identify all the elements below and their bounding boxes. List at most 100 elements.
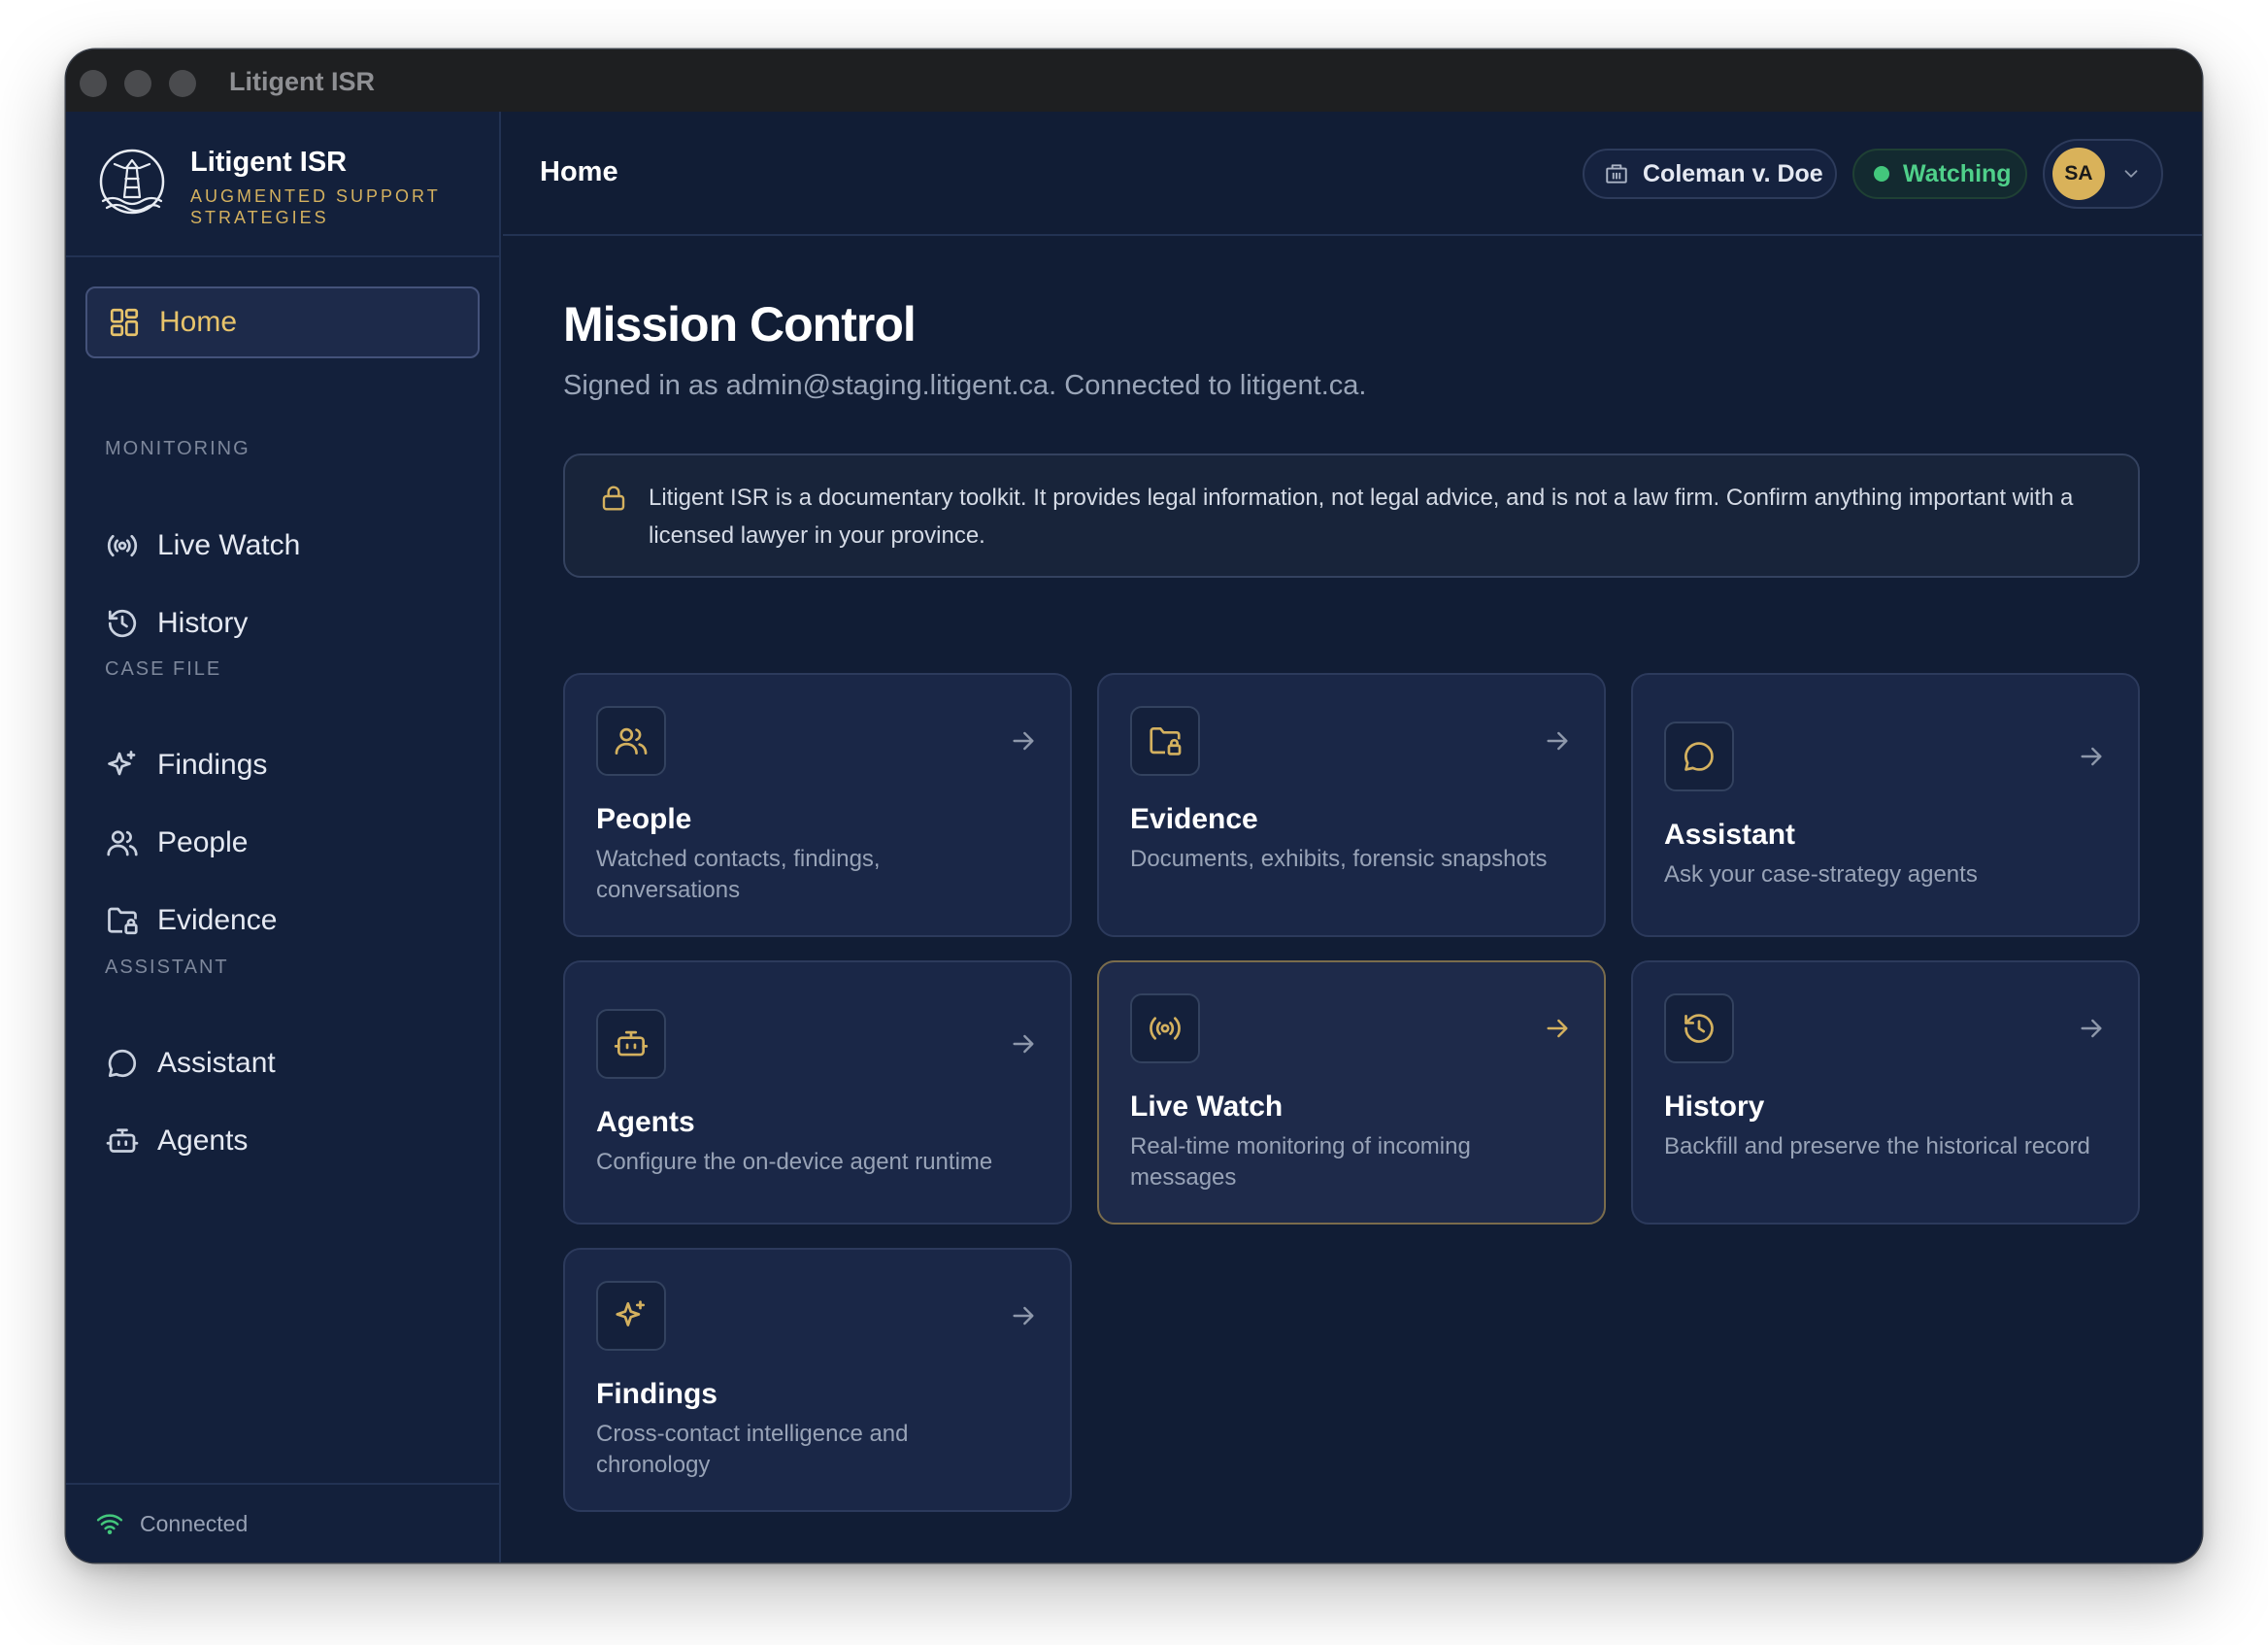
people-icon (107, 830, 138, 856)
grid-icon (110, 308, 139, 337)
broadcast-icon (107, 534, 138, 557)
section-assistant: ASSISTANT (105, 957, 229, 978)
card-title: Assistant (1664, 819, 1796, 851)
case-selector[interactable]: Coleman v. Doe (1583, 149, 1837, 199)
history-icon (1684, 1014, 1714, 1043)
history-icon (108, 609, 137, 638)
card-title: History (1664, 1091, 1765, 1123)
card-live-watch[interactable]: Live Watch Real-time monitoring of incom… (1097, 960, 1606, 1225)
watching-status-badge[interactable]: Watching (1852, 149, 2027, 199)
sparkles-icon (616, 1300, 646, 1326)
folder-lock-icon (108, 907, 138, 935)
arrow-right-icon (2081, 747, 2102, 766)
card-icon-box (596, 1281, 666, 1351)
arrow-right-icon (1013, 731, 1034, 751)
top-header: Home Coleman v. Doe Watching SA (503, 112, 2202, 236)
page-title-header: Home (540, 156, 618, 187)
sidebar-item-findings[interactable]: Findings (85, 729, 480, 801)
arrow-right-icon (1013, 1034, 1034, 1054)
close-window-button[interactable] (80, 70, 107, 97)
sidebar-item-label: Evidence (157, 904, 278, 936)
robot-icon (614, 1030, 649, 1057)
card-people[interactable]: People Watched contacts, findings, conve… (563, 673, 1072, 937)
avatar: SA (2052, 148, 2105, 200)
card-description: Cross-contact intelligence and chronolog… (596, 1421, 909, 1478)
folder-lock-icon (1150, 726, 1182, 755)
card-title: Findings (596, 1378, 717, 1410)
brand-tagline: AUGMENTED SUPPORT STRATEGIES (190, 186, 441, 227)
building-icon (1606, 164, 1627, 184)
sidebar-item-evidence[interactable]: Evidence (85, 885, 480, 957)
card-icon-box (596, 706, 666, 776)
window-title: Litigent ISR (229, 67, 375, 96)
sidebar-item-assistant[interactable]: Assistant (85, 1027, 480, 1099)
sidebar: Litigent ISR AUGMENTED SUPPORT STRATEGIE… (66, 112, 501, 1562)
minimize-window-button[interactable] (124, 70, 151, 97)
user-menu[interactable]: SA (2043, 139, 2163, 209)
card-icon-box (1130, 993, 1200, 1063)
sidebar-item-label: Live Watch (157, 529, 301, 561)
sidebar-item-live-watch[interactable]: Live Watch (85, 510, 480, 582)
main-content: Mission Control Signed in as admin@stagi… (503, 238, 2202, 1562)
lighthouse-logo-icon (99, 149, 165, 215)
chat-icon (108, 1049, 137, 1078)
disclaimer-notice: Litigent ISR is a documentary toolkit. I… (563, 453, 2140, 578)
card-agents[interactable]: Agents Configure the on-device agent run… (563, 960, 1072, 1225)
sidebar-item-label: History (157, 607, 249, 639)
card-title: Agents (596, 1106, 695, 1138)
sidebar-item-home[interactable]: Home (85, 286, 480, 358)
arrow-right-icon (1013, 1306, 1034, 1326)
sidebar-item-label: Findings (157, 749, 268, 781)
card-icon-box (1664, 722, 1734, 791)
connection-status: Connected (66, 1483, 499, 1562)
brand: Litigent ISR AUGMENTED SUPPORT STRATEGIE… (66, 112, 499, 257)
card-description: Ask your case-strategy agents (1664, 861, 1978, 888)
card-history[interactable]: History Backfill and preserve the histor… (1631, 960, 2140, 1225)
card-description: Watched contacts, findings, conversation… (596, 846, 881, 903)
card-findings[interactable]: Findings Cross-contact intelligence and … (563, 1248, 1072, 1512)
robot-icon (106, 1128, 139, 1153)
title-bar: Litigent ISR (66, 50, 2202, 112)
page-title: Mission Control (563, 297, 917, 352)
sidebar-item-label: Agents (157, 1125, 249, 1157)
sidebar-item-agents[interactable]: Agents (85, 1105, 480, 1177)
sidebar-item-label: People (157, 826, 249, 858)
app-window: Litigent ISR Litigent ISR AUGMENTED SUPP… (66, 50, 2202, 1562)
sidebar-item-people[interactable]: People (85, 807, 480, 879)
card-assistant[interactable]: Assistant Ask your case-strategy agents (1631, 673, 2140, 937)
card-title: People (596, 803, 692, 835)
page-subtitle: Signed in as admin@staging.litigent.ca. … (563, 370, 1367, 401)
sidebar-item-history[interactable]: History (85, 588, 480, 659)
chat-icon (1684, 742, 1714, 771)
card-description: Backfill and preserve the historical rec… (1664, 1133, 2090, 1159)
wifi-icon (96, 1514, 123, 1535)
lock-icon (602, 486, 625, 511)
sparkles-icon (108, 751, 136, 776)
card-description: Documents, exhibits, forensic snapshots (1130, 846, 1548, 872)
disclaimer-text: Litigent ISR is a documentary toolkit. I… (649, 485, 2074, 549)
card-icon-box (1664, 993, 1734, 1063)
people-icon (615, 727, 648, 755)
status-dot-icon (1874, 166, 1889, 182)
arrow-right-icon (1547, 731, 1568, 751)
card-description: Real-time monitoring of incoming message… (1130, 1133, 1471, 1191)
card-description: Configure the on-device agent runtime (596, 1149, 993, 1175)
arrow-right-icon (2081, 1019, 2102, 1038)
card-evidence[interactable]: Evidence Documents, exhibits, forensic s… (1097, 673, 1606, 937)
broadcast-icon (1150, 1017, 1181, 1040)
arrow-right-icon (1547, 1019, 1568, 1038)
case-name: Coleman v. Doe (1643, 159, 1823, 187)
card-icon-box (1130, 706, 1200, 776)
chevron-down-icon (2124, 170, 2138, 178)
sidebar-item-label: Home (159, 306, 238, 338)
connection-status-text: Connected (140, 1510, 249, 1536)
sidebar-item-label: Assistant (157, 1047, 276, 1079)
zoom-window-button[interactable] (169, 70, 196, 97)
card-title: Evidence (1130, 803, 1258, 835)
card-icon-box (596, 1009, 666, 1079)
brand-name: Litigent ISR (190, 147, 348, 178)
card-title: Live Watch (1130, 1091, 1284, 1123)
watching-status-text: Watching (1903, 159, 2012, 187)
section-case-file: CASE FILE (105, 658, 222, 680)
section-monitoring: MONITORING (105, 438, 250, 459)
